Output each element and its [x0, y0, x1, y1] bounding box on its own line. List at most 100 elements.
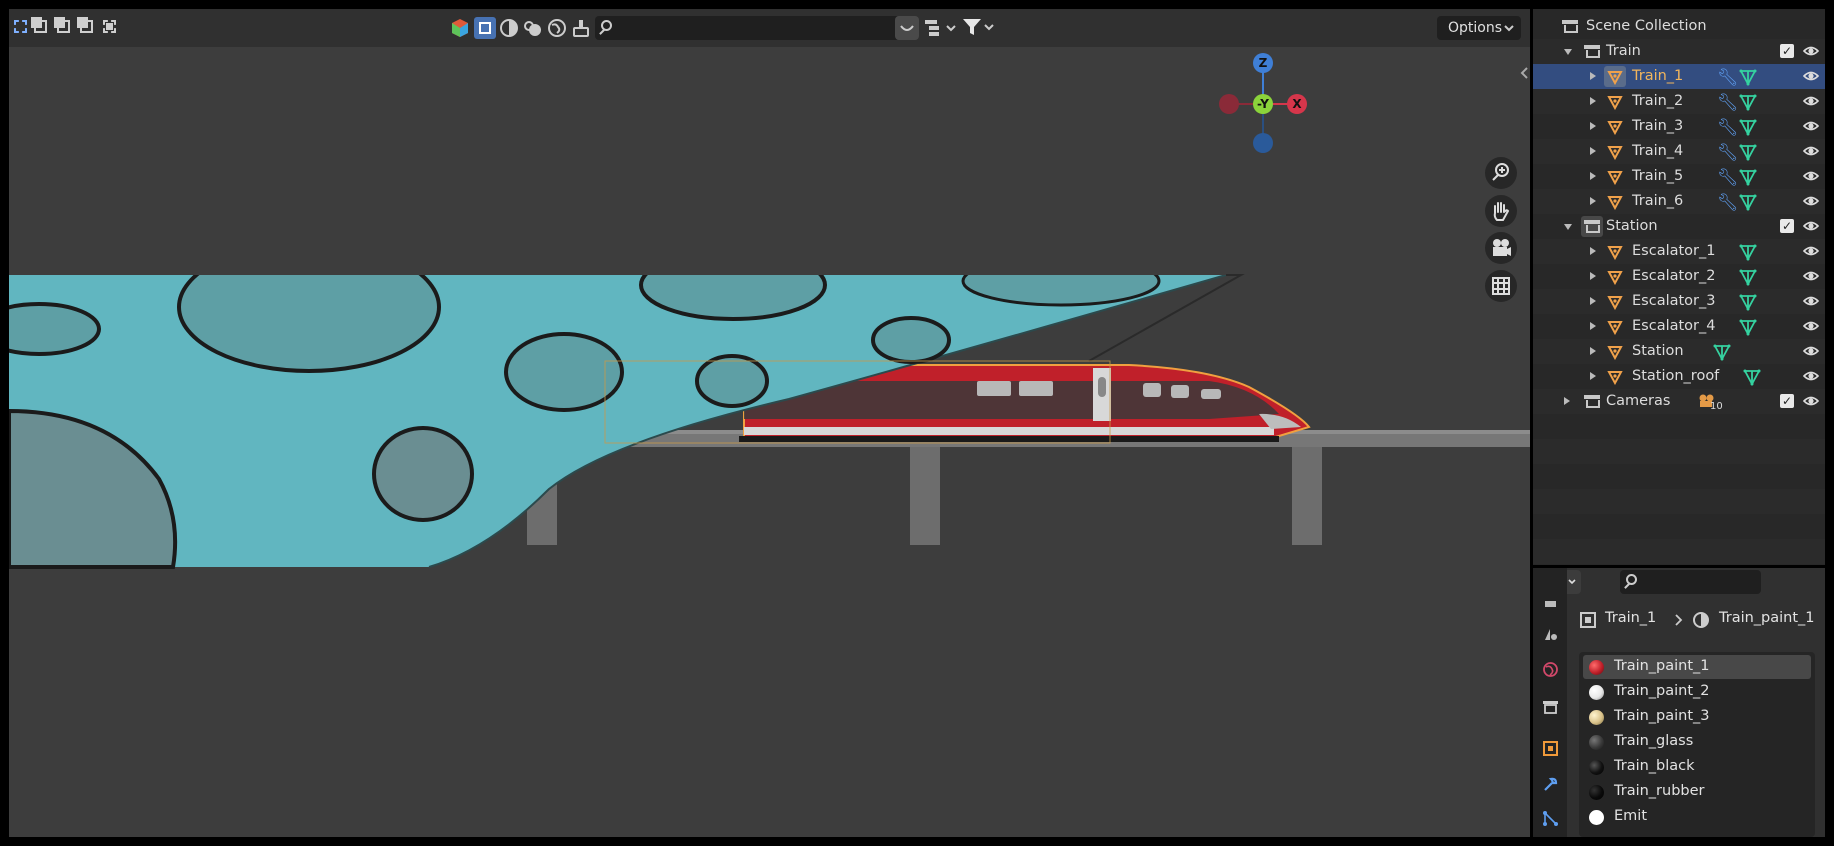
mesh-data-icon[interactable]	[1739, 193, 1757, 211]
material-slot[interactable]: Emit	[1583, 805, 1811, 829]
mesh-data-icon[interactable]	[1739, 93, 1757, 111]
expand-icon[interactable]	[1590, 297, 1596, 305]
outliner-row-cameras-collection[interactable]: Cameras 10 ✓	[1533, 389, 1825, 414]
render-tab-icon[interactable]	[1542, 598, 1559, 615]
material-slot[interactable]: Train_paint_2	[1583, 680, 1811, 704]
select-extend-icon[interactable]	[54, 17, 74, 37]
gizmo-neg-x[interactable]	[1219, 94, 1239, 114]
expand-icon[interactable]	[1590, 197, 1596, 205]
outliner-row-escalator-2[interactable]: Escalator_2	[1533, 264, 1825, 289]
material-slot[interactable]: Train_rubber	[1583, 780, 1811, 804]
checkbox-icon[interactable]: ✓	[1780, 44, 1794, 58]
gizmo-z[interactable]: Z	[1253, 53, 1273, 73]
mesh-data-icon[interactable]	[1739, 143, 1757, 161]
material-slot[interactable]: Train_glass	[1583, 730, 1811, 754]
eye-icon[interactable]	[1803, 69, 1819, 83]
eye-icon[interactable]	[1803, 44, 1819, 58]
material-slot[interactable]: Train_paint_3	[1583, 705, 1811, 729]
gizmo-neg-z[interactable]	[1253, 133, 1273, 153]
mesh-data-icon[interactable]	[1739, 318, 1757, 336]
wrench-icon[interactable]: 🔧︎	[1717, 68, 1739, 88]
eye-icon[interactable]	[1803, 169, 1819, 183]
outliner-row-station[interactable]: Station	[1533, 339, 1825, 364]
world-icon[interactable]	[547, 18, 567, 38]
material-icon[interactable]	[499, 18, 519, 38]
grid-icon[interactable]	[1485, 270, 1517, 302]
camera-icon[interactable]	[1485, 232, 1517, 264]
gizmo-y[interactable]: -Y	[1253, 94, 1273, 114]
outliner-row-train-5[interactable]: Train_5 🔧︎	[1533, 164, 1825, 189]
select-invert-icon[interactable]	[100, 17, 120, 37]
eye-icon[interactable]	[1803, 269, 1819, 283]
gizmo-x[interactable]: X	[1287, 94, 1307, 114]
scene-tab-icon[interactable]	[1542, 626, 1559, 643]
collapse-sidebar-icon[interactable]	[1520, 67, 1530, 79]
material-slot[interactable]: Train_paint_1	[1583, 655, 1811, 679]
eye-icon[interactable]	[1803, 194, 1819, 208]
checkbox-icon[interactable]: ✓	[1780, 394, 1794, 408]
outliner-row-escalator-4[interactable]: Escalator_4	[1533, 314, 1825, 339]
eye-icon[interactable]	[1803, 369, 1819, 383]
properties-search-input[interactable]	[1620, 570, 1761, 594]
breadcrumb-object[interactable]: Train_1	[1605, 610, 1656, 626]
outliner-row-train-collection[interactable]: Train ✓	[1533, 39, 1825, 64]
outliner-row-escalator-3[interactable]: Escalator_3	[1533, 289, 1825, 314]
outliner-row-station-roof[interactable]: Station_roof	[1533, 364, 1825, 389]
mesh-data-icon[interactable]	[1739, 268, 1757, 286]
select-subtract-icon[interactable]	[77, 17, 97, 37]
expand-icon[interactable]	[1590, 97, 1596, 105]
mesh-data-icon[interactable]	[1739, 243, 1757, 261]
wrench-icon[interactable]: 🔧︎	[1717, 118, 1739, 138]
eye-icon[interactable]	[1803, 219, 1819, 233]
outliner-row-escalator-1[interactable]: Escalator_1	[1533, 239, 1825, 264]
expand-icon[interactable]	[1590, 347, 1596, 355]
outliner-row-train-2[interactable]: Train_2 🔧︎	[1533, 89, 1825, 114]
modifier-tab-icon[interactable]	[1542, 776, 1559, 793]
eye-icon[interactable]	[1803, 319, 1819, 333]
expand-icon[interactable]	[1590, 272, 1596, 280]
navigation-gizmo[interactable]: Z X -Y	[1212, 53, 1312, 163]
checkbox-icon[interactable]: ✓	[1780, 219, 1794, 233]
select-new-icon[interactable]	[31, 17, 51, 37]
eye-icon[interactable]	[1803, 344, 1819, 358]
mesh-data-icon[interactable]	[1739, 168, 1757, 186]
expand-icon[interactable]	[1564, 397, 1570, 405]
mesh-data-icon[interactable]	[1739, 68, 1757, 86]
eye-icon[interactable]	[1803, 144, 1819, 158]
eye-icon[interactable]	[1803, 394, 1819, 408]
outliner-row-train-4[interactable]: Train_4 🔧︎	[1533, 139, 1825, 164]
mesh-data-icon[interactable]	[1713, 343, 1731, 361]
wrench-icon[interactable]: 🔧︎	[1717, 193, 1739, 213]
light-icon[interactable]	[523, 18, 543, 38]
expand-icon[interactable]	[1590, 247, 1596, 255]
options-dropdown[interactable]: Options	[1437, 16, 1521, 40]
expand-icon[interactable]	[1590, 72, 1596, 80]
breadcrumb-material[interactable]: Train_paint_1	[1719, 610, 1815, 626]
select-box-icon[interactable]	[11, 17, 31, 37]
outliner-row-train-6[interactable]: Train_6 🔧︎	[1533, 189, 1825, 214]
eye-icon[interactable]	[1803, 94, 1819, 108]
visibility-icon[interactable]	[449, 17, 471, 39]
mesh-data-icon[interactable]	[1743, 368, 1761, 386]
mesh-data-icon[interactable]	[1739, 118, 1757, 136]
outliner-row-station-collection[interactable]: Station ✓	[1533, 214, 1825, 239]
collapse-icon[interactable]	[1564, 224, 1572, 230]
wrench-icon[interactable]: 🔧︎	[1717, 143, 1739, 163]
hand-icon[interactable]	[1485, 195, 1517, 227]
object-select-icon[interactable]	[474, 17, 496, 39]
mesh-data-icon[interactable]	[1739, 293, 1757, 311]
expand-icon[interactable]	[1590, 372, 1596, 380]
world-tab-icon[interactable]	[1542, 661, 1559, 678]
brush-icon[interactable]	[571, 18, 591, 38]
wrench-icon[interactable]: 🔧︎	[1717, 168, 1739, 188]
outliner-row-train-3[interactable]: Train_3 🔧︎	[1533, 114, 1825, 139]
viewport-search-input[interactable]	[595, 16, 900, 40]
wrench-icon[interactable]: 🔧︎	[1717, 93, 1739, 113]
particles-tab-icon[interactable]	[1542, 810, 1559, 827]
collection-tab-icon[interactable]	[1542, 699, 1559, 716]
eye-icon[interactable]	[1803, 119, 1819, 133]
expand-icon[interactable]	[1590, 172, 1596, 180]
zoom-icon[interactable]	[1485, 157, 1517, 189]
outliner-row-train-1[interactable]: Train_1 🔧︎	[1533, 64, 1825, 89]
3d-viewport[interactable]: Options Z X -Y	[9, 9, 1530, 837]
